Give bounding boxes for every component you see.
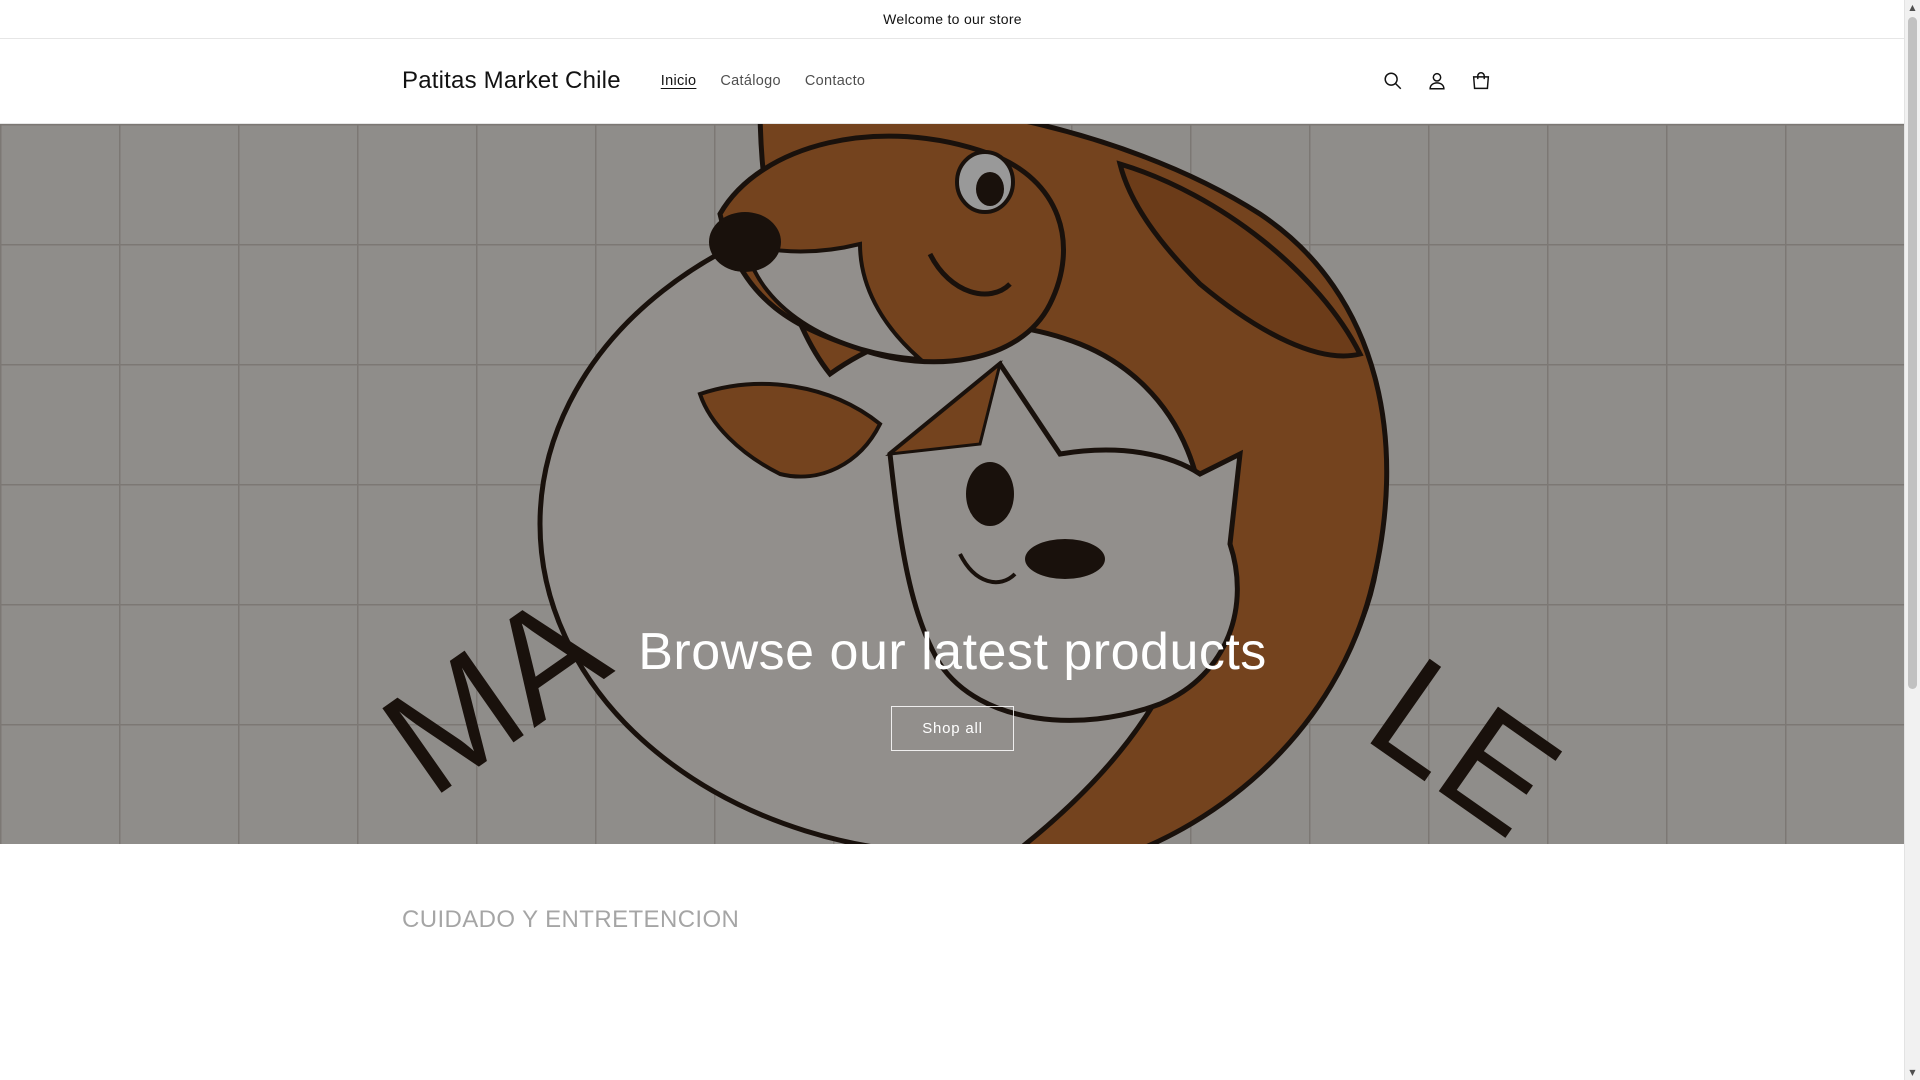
nav-link-catalogo[interactable]: Catálogo [708, 65, 792, 97]
hero-title: Browse our latest products [638, 623, 1267, 681]
announcement-bar: Welcome to our store [0, 0, 1905, 39]
shop-all-button[interactable]: Shop all [891, 706, 1014, 751]
nav-link-contacto[interactable]: Contacto [793, 65, 877, 97]
scroll-down-arrow-icon[interactable]: ▼ [1905, 1065, 1920, 1080]
collection-title: CUIDADO Y ENTRETENCION [402, 906, 740, 933]
scrollbar-thumb[interactable] [1908, 17, 1917, 689]
header-inner: Patitas Market Chile Inicio Catálogo Con… [402, 39, 1503, 123]
account-button[interactable] [1415, 59, 1459, 103]
page-scrollbar[interactable]: ▲ ▼ [1904, 0, 1920, 1080]
store-logo-link[interactable]: Patitas Market Chile [402, 67, 621, 95]
featured-collection: CUIDADO Y ENTRETENCION [0, 844, 1905, 1080]
hero-banner: MA LE Browse our latest products Shop al… [0, 124, 1905, 844]
search-button[interactable] [1371, 59, 1415, 103]
announcement-text: Welcome to our store [883, 11, 1022, 27]
nav-link-inicio[interactable]: Inicio [649, 65, 709, 97]
hero-content: Browse our latest products Shop all [0, 622, 1905, 751]
site-header: Patitas Market Chile Inicio Catálogo Con… [0, 39, 1905, 124]
cart-button[interactable] [1459, 59, 1503, 103]
page: Welcome to our store Patitas Market Chil… [0, 0, 1905, 1080]
header-icons [1371, 59, 1503, 103]
search-icon [1384, 72, 1402, 90]
scroll-up-arrow-icon[interactable]: ▲ [1905, 0, 1920, 15]
cart-icon [1472, 72, 1490, 90]
account-icon [1429, 72, 1445, 90]
main-nav: Inicio Catálogo Contacto [649, 65, 878, 97]
